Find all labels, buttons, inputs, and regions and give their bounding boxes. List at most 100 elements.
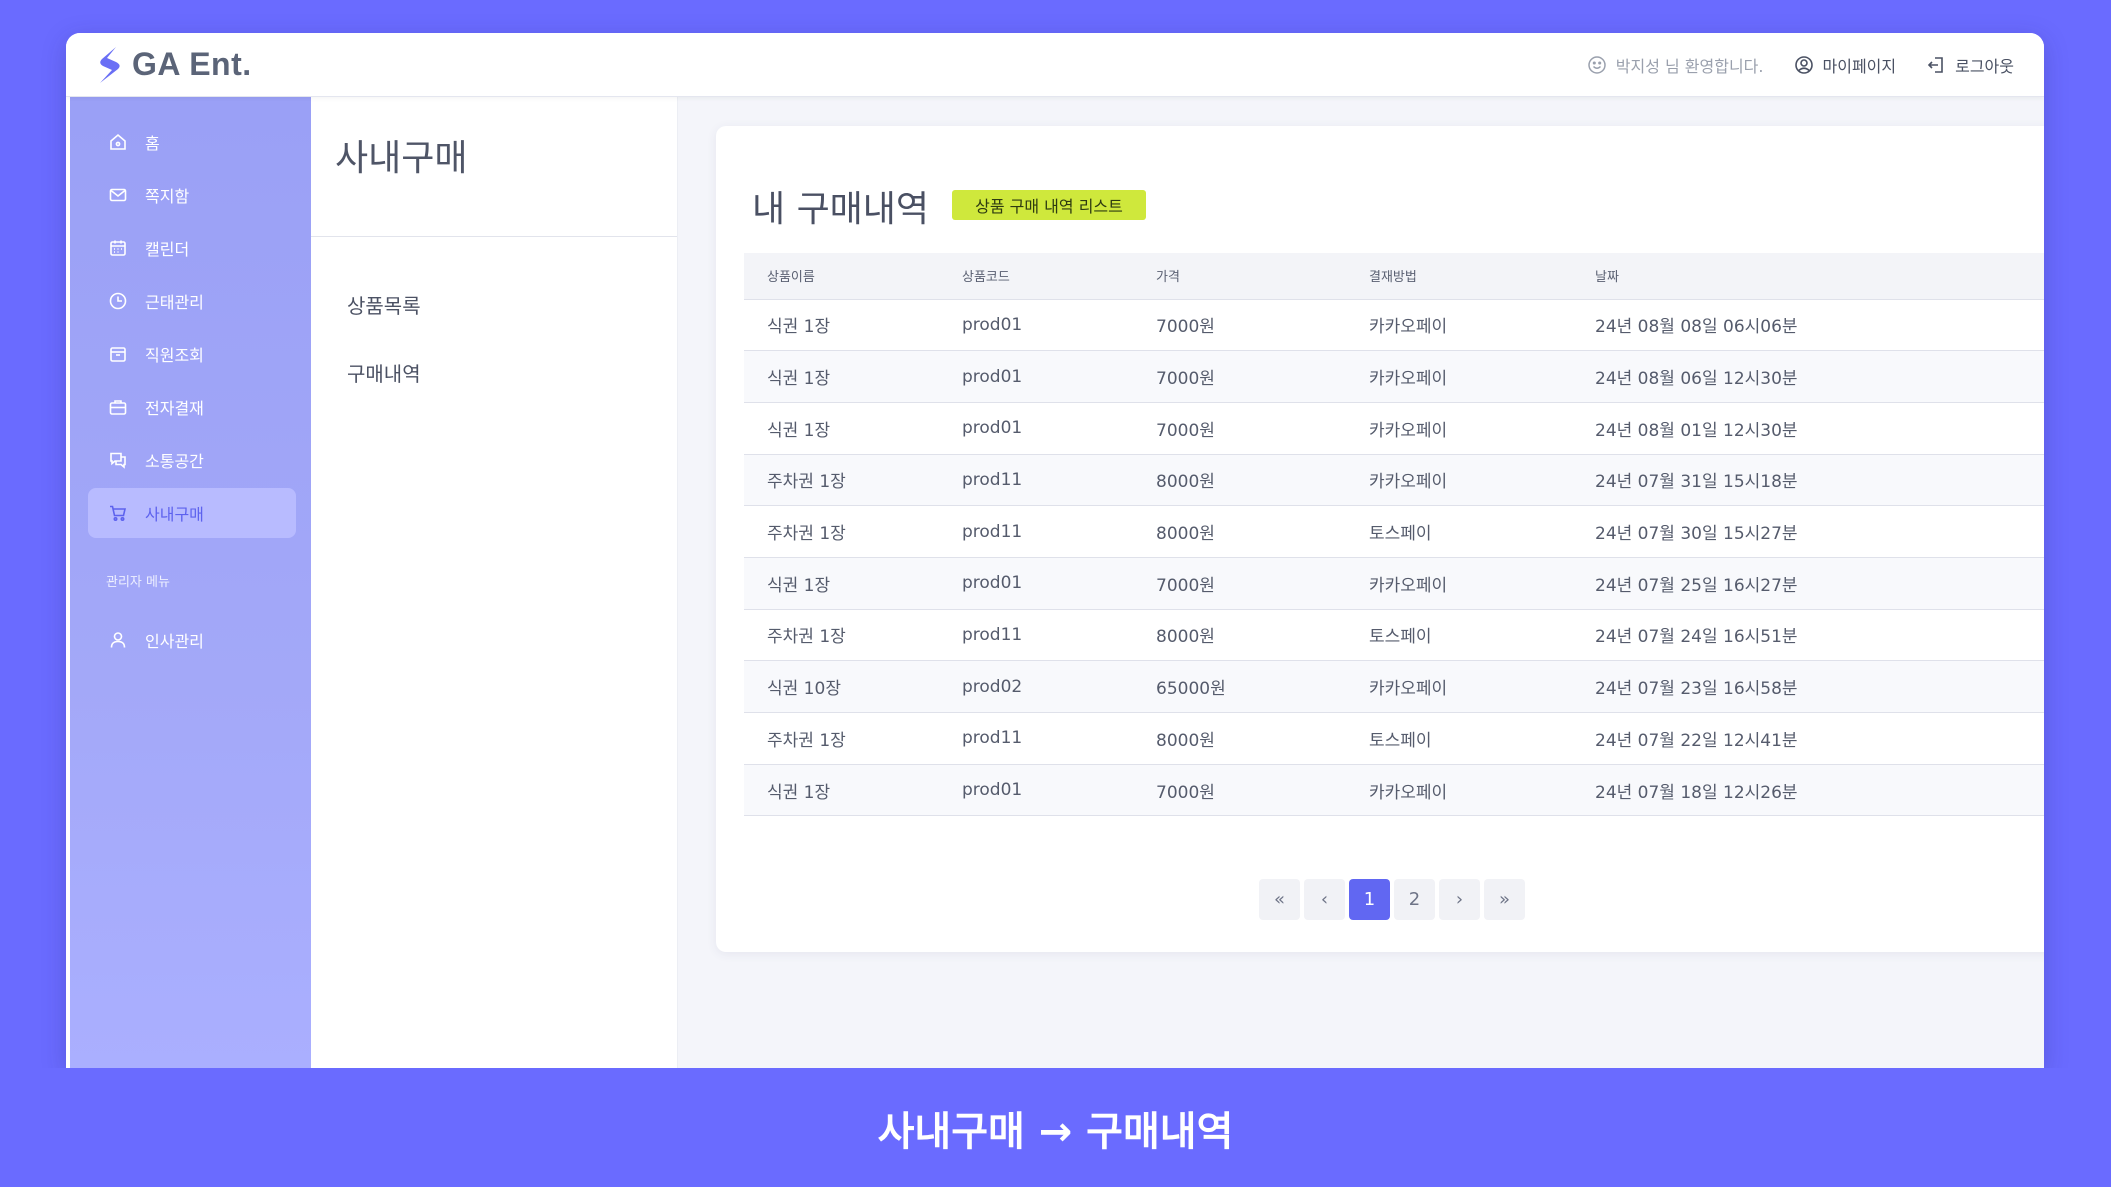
sidebar-item-label: 소통공간 [145, 452, 204, 471]
app-name: GA Ent. [132, 46, 252, 82]
cell-date: 24년 07월 24일 16시51분 [1595, 609, 2044, 662]
cell-product-code: prod11 [962, 505, 1156, 558]
sidebar-item-attendance[interactable]: 근태관리 [88, 276, 296, 326]
page-button-2[interactable]: 2 [1394, 879, 1435, 920]
table-row[interactable]: 식권 10장 prod02 65000원 카카오페이 24년 07월 23일 1… [744, 660, 2044, 713]
table-header-row: 상품이름 상품코드 가격 결재방법 날짜 [744, 253, 2044, 300]
logout-label: 로그아웃 [1955, 56, 2014, 76]
table-row[interactable]: 식권 1장 prod01 7000원 카카오페이 24년 08월 08일 06시… [744, 299, 2044, 352]
sidebar: 홈 쪽지함 캘린더 근태관리 직원조회 전자결재 소통공간 사내구매 관리자 메… [70, 97, 311, 1068]
next-page-button[interactable]: › [1439, 879, 1480, 920]
cell-product-name: 주차권 1장 [744, 712, 962, 765]
table-row[interactable]: 식권 1장 prod01 7000원 카카오페이 24년 08월 06일 12시… [744, 350, 2044, 403]
cell-product-code: prod01 [962, 764, 1156, 817]
logout-icon [1927, 56, 1943, 73]
table-row[interactable]: 주차권 1장 prod11 8000원 토스페이 24년 07월 22일 12시… [744, 712, 2044, 765]
home-icon [110, 133, 126, 150]
sidebar-item-calendar[interactable]: 캘린더 [88, 223, 296, 273]
last-page-button[interactable]: » [1484, 879, 1525, 920]
table-row[interactable]: 식권 1장 prod01 7000원 카카오페이 24년 07월 18일 12시… [744, 764, 2044, 817]
cell-payment: 카카오페이 [1369, 660, 1595, 713]
cell-price: 8000원 [1156, 712, 1369, 765]
column-header-date[interactable]: 날짜 [1595, 253, 2044, 300]
cell-date: 24년 07월 25일 16시27분 [1595, 557, 2044, 610]
top-bar: GA Ent. 박지성 님 환영합니다. 마이페이지 로그아웃 [66, 33, 2044, 97]
submenu-title: 사내구매 [335, 138, 468, 179]
cell-payment: 토스페이 [1369, 712, 1595, 765]
smile-icon [1588, 55, 1606, 74]
cell-product-code: prod01 [962, 402, 1156, 455]
submenu-item-products[interactable]: 상품목록 [347, 290, 421, 319]
cell-product-code: prod01 [962, 557, 1156, 610]
table-row[interactable]: 주차권 1장 prod11 8000원 토스페이 24년 07월 24일 16시… [744, 609, 2044, 662]
welcome-message: 박지성 님 환영합니다. [1587, 53, 1764, 77]
cart-icon [110, 505, 127, 522]
column-header-payment[interactable]: 결재방법 [1369, 253, 1595, 300]
first-page-button[interactable]: « [1259, 879, 1300, 920]
welcome-text: 박지성 님 환영합니다. [1615, 56, 1764, 76]
cell-date: 24년 07월 30일 15시27분 [1595, 505, 2044, 558]
sidebar-item-employees[interactable]: 직원조회 [88, 329, 296, 379]
cell-price: 7000원 [1156, 402, 1369, 455]
cell-product-name: 주차권 1장 [744, 454, 962, 507]
sidebar-item-messages[interactable]: 쪽지함 [88, 170, 296, 220]
sidebar-item-label: 홈 [145, 134, 160, 153]
cell-date: 24년 07월 22일 12시41분 [1595, 712, 2044, 765]
clock-icon [109, 292, 127, 310]
cell-product-name: 식권 1장 [744, 557, 962, 610]
sidebar-item-community[interactable]: 소통공간 [88, 435, 296, 485]
table-row[interactable]: 주차권 1장 prod11 8000원 카카오페이 24년 07월 31일 15… [744, 454, 2044, 507]
column-header-product-code[interactable]: 상품코드 [962, 253, 1156, 300]
sidebar-item-approval[interactable]: 전자결재 [88, 382, 296, 432]
cell-date: 24년 07월 31일 15시18분 [1595, 454, 2044, 507]
sidebar-item-label: 캘린더 [145, 240, 190, 259]
cell-payment: 카카오페이 [1369, 299, 1595, 352]
cell-date: 24년 08월 08일 06시06분 [1595, 299, 2044, 352]
mypage-label: 마이페이지 [1822, 56, 1897, 76]
cell-product-name: 식권 10장 [744, 660, 962, 713]
cell-price: 7000원 [1156, 557, 1369, 610]
top-nav: 박지성 님 환영합니다. 마이페이지 로그아웃 [1557, 53, 2014, 77]
sidebar-item-home[interactable]: 홈 [88, 117, 296, 167]
list-badge: 상품 구매 내역 리스트 [952, 190, 1146, 220]
cell-payment: 카카오페이 [1369, 350, 1595, 403]
cell-product-name: 식권 1장 [744, 350, 962, 403]
column-header-price[interactable]: 가격 [1156, 253, 1369, 300]
mail-icon [109, 188, 127, 202]
cell-price: 7000원 [1156, 764, 1369, 817]
chat-icon [110, 452, 126, 469]
cell-price: 8000원 [1156, 505, 1369, 558]
cell-date: 24년 08월 01일 12시30분 [1595, 402, 2044, 455]
cell-payment: 카카오페이 [1369, 557, 1595, 610]
table-row[interactable]: 주차권 1장 prod11 8000원 토스페이 24년 07월 30일 15시… [744, 505, 2044, 558]
user-circle-icon [1794, 55, 1813, 74]
logo[interactable]: GA Ent. [94, 45, 252, 85]
cell-price: 8000원 [1156, 454, 1369, 507]
cell-date: 24년 07월 23일 16시58분 [1595, 660, 2044, 713]
sidebar-item-hr[interactable]: 인사관리 [88, 615, 296, 665]
column-header-product-name[interactable]: 상품이름 [744, 253, 962, 300]
sidebar-item-label: 사내구매 [145, 505, 204, 524]
cell-product-name: 주차권 1장 [744, 505, 962, 558]
purchase-table: 상품이름 상품코드 가격 결재방법 날짜 식권 1장 prod01 7000원 … [744, 253, 2044, 817]
cell-price: 7000원 [1156, 299, 1369, 352]
mypage-link[interactable]: 마이페이지 [1794, 53, 1897, 77]
logout-link[interactable]: 로그아웃 [1926, 53, 2014, 77]
table-row[interactable]: 식권 1장 prod01 7000원 카카오페이 24년 07월 25일 16시… [744, 557, 2044, 610]
cell-price: 7000원 [1156, 350, 1369, 403]
cell-product-code: prod01 [962, 299, 1156, 352]
cell-product-code: prod11 [962, 609, 1156, 662]
table-row[interactable]: 식권 1장 prod01 7000원 카카오페이 24년 08월 01일 12시… [744, 402, 2044, 455]
prev-page-button[interactable]: ‹ [1304, 879, 1345, 920]
sidebar-item-label: 쪽지함 [145, 187, 190, 206]
page-button-1[interactable]: 1 [1349, 879, 1390, 920]
cell-product-code: prod11 [962, 454, 1156, 507]
cell-payment: 카카오페이 [1369, 764, 1595, 817]
submenu-panel: 사내구매 상품목록 구매내역 [311, 97, 678, 1068]
submenu-item-history[interactable]: 구매내역 [347, 358, 421, 387]
cell-payment: 토스페이 [1369, 609, 1595, 662]
calendar-icon [110, 240, 126, 256]
main-content: 내 구매내역 상품 구매 내역 리스트 상품이름 상품코드 가격 결재방법 날짜… [678, 97, 2044, 1068]
logo-icon [100, 46, 120, 83]
sidebar-item-purchase[interactable]: 사내구매 [88, 488, 296, 538]
